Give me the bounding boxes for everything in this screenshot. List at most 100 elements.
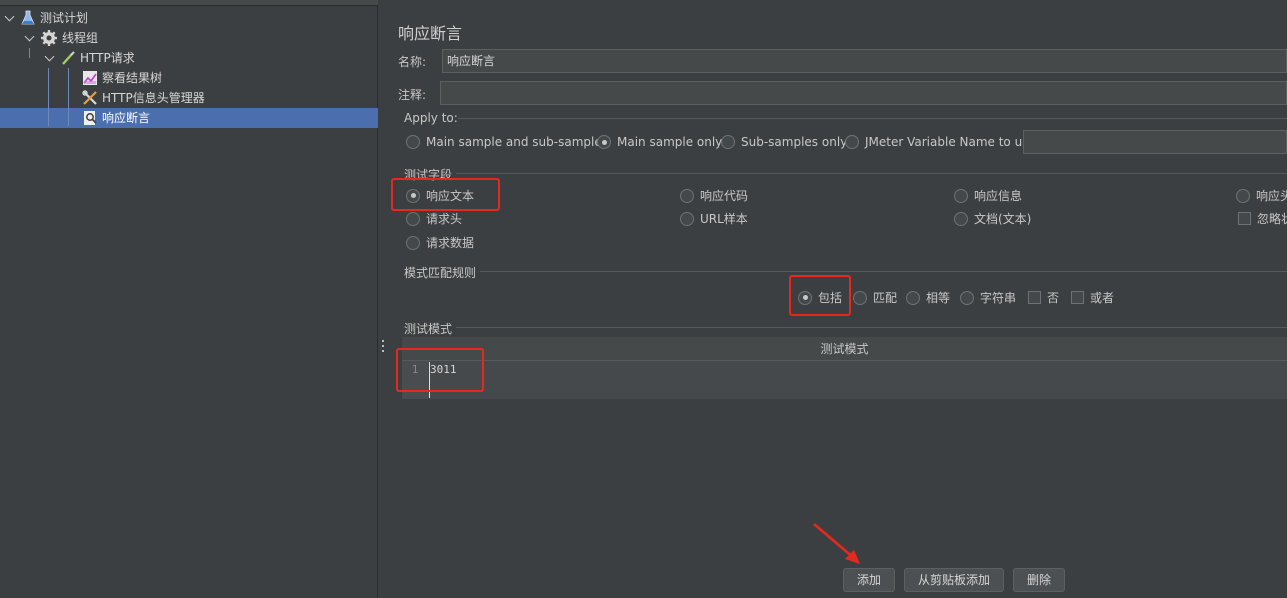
test-patterns-label: 测试模式 bbox=[404, 322, 453, 336]
radio-label: 响应头 bbox=[1256, 189, 1287, 203]
pattern-equals-radio[interactable]: 相等 bbox=[906, 289, 950, 306]
tree-item-http-header-manager[interactable]: HTTP信息头管理器 bbox=[82, 88, 205, 108]
radio-circle bbox=[906, 290, 920, 305]
checkbox-box bbox=[1071, 291, 1084, 304]
apply-to-jmeter-variable-radio[interactable]: JMeter Variable Name to use bbox=[845, 135, 1036, 149]
checkbox-box bbox=[1028, 291, 1041, 304]
annotation-highlight-box bbox=[396, 348, 484, 392]
radio-circle bbox=[406, 211, 420, 226]
tree-guide-line bbox=[68, 68, 69, 126]
jmeter-variable-input[interactable] bbox=[1023, 130, 1287, 154]
checkbox-box bbox=[1238, 212, 1251, 225]
test-field-response-headers-radio[interactable]: 响应头 bbox=[1236, 187, 1287, 204]
radio-label: JMeter Variable Name to use bbox=[865, 135, 1036, 149]
radio-circle bbox=[845, 135, 859, 149]
annotation-highlight-box bbox=[391, 178, 500, 211]
group-divider bbox=[456, 173, 1287, 174]
radio-circle-selected bbox=[597, 135, 611, 149]
tree-guide-line bbox=[29, 48, 30, 58]
pattern-matches-radio[interactable]: 匹配 bbox=[853, 289, 897, 306]
panel-title: 响应断言 bbox=[398, 24, 463, 43]
radio-circle bbox=[680, 188, 694, 203]
add-from-clipboard-button[interactable]: 从剪贴板添加 bbox=[904, 568, 1004, 592]
annotation-highlight-box bbox=[789, 275, 851, 316]
add-button[interactable]: 添加 bbox=[843, 568, 895, 592]
group-divider bbox=[456, 327, 1287, 328]
splitter-grip-dot bbox=[382, 345, 384, 347]
tree-item-label: HTTP请求 bbox=[80, 51, 135, 65]
gear-icon bbox=[40, 29, 58, 47]
radio-label: 文档(文本) bbox=[974, 212, 1032, 226]
name-label: 名称: bbox=[398, 55, 427, 69]
tree-item-label: 察看结果树 bbox=[102, 71, 163, 85]
test-field-request-headers-radio[interactable]: 请求头 bbox=[406, 210, 462, 227]
test-plan-tree[interactable]: 测试计划 线程组 HTTP请求 察看结果树 HTTP信息头管理器 响应断言 bbox=[0, 0, 378, 598]
radio-label: Sub-samples only bbox=[741, 135, 848, 149]
radio-label: 请求头 bbox=[426, 212, 463, 226]
ignore-status-checkbox[interactable]: 忽略状态 bbox=[1238, 210, 1287, 227]
apply-to-main-and-sub-radio[interactable]: Main sample and sub-samples bbox=[406, 135, 608, 149]
radio-label: Main sample and sub-samples bbox=[426, 135, 608, 149]
patterns-column-header[interactable]: 测试模式 bbox=[402, 337, 1287, 361]
checkbox-label: 否 bbox=[1047, 291, 1060, 305]
radio-circle bbox=[853, 290, 867, 305]
tree-item-test-plan[interactable]: 测试计划 bbox=[4, 8, 88, 28]
checkbox-label: 或者 bbox=[1090, 291, 1115, 305]
pipette-icon bbox=[60, 50, 76, 66]
radio-circle bbox=[954, 211, 968, 226]
apply-to-label: Apply to: bbox=[404, 111, 458, 125]
radio-label: 响应信息 bbox=[974, 189, 1023, 203]
tree-item-view-results-tree[interactable]: 察看结果树 bbox=[82, 68, 162, 88]
name-field[interactable]: 响应断言 bbox=[442, 49, 1287, 73]
tree-item-label: HTTP信息头管理器 bbox=[102, 91, 205, 105]
test-field-url-sample-radio[interactable]: URL样本 bbox=[680, 210, 748, 227]
chevron-down-icon[interactable] bbox=[4, 12, 16, 24]
pattern-not-checkbox[interactable]: 否 bbox=[1028, 289, 1059, 306]
radio-label: Main sample only bbox=[617, 135, 723, 149]
chevron-down-icon[interactable] bbox=[44, 52, 56, 64]
split-pane-divider[interactable] bbox=[379, 0, 387, 598]
radio-label: 字符串 bbox=[980, 291, 1017, 305]
radio-label: 匹配 bbox=[873, 291, 898, 305]
radio-circle bbox=[406, 135, 420, 149]
radio-circle bbox=[406, 235, 420, 250]
apply-to-main-only-radio[interactable]: Main sample only bbox=[597, 135, 722, 149]
comment-label: 注释: bbox=[398, 88, 427, 102]
tree-guide-line bbox=[48, 68, 49, 126]
radio-circle bbox=[680, 211, 694, 226]
radio-circle bbox=[954, 188, 968, 203]
test-field-request-data-radio[interactable]: 请求数据 bbox=[406, 234, 474, 251]
tree-item-label: 测试计划 bbox=[40, 11, 89, 25]
tree-item-response-assertion[interactable]: 响应断言 bbox=[82, 108, 150, 128]
radio-label: 相等 bbox=[926, 291, 951, 305]
checkbox-label: 忽略状态 bbox=[1257, 212, 1287, 226]
tree-item-http-request[interactable]: HTTP请求 bbox=[44, 48, 135, 68]
group-divider bbox=[458, 118, 1287, 119]
test-field-document-text-radio[interactable]: 文档(文本) bbox=[954, 210, 1031, 227]
pattern-editor[interactable]: 1 3011 bbox=[402, 361, 1287, 399]
chevron-down-icon[interactable] bbox=[24, 32, 36, 44]
pattern-rules-label: 模式匹配规则 bbox=[404, 266, 477, 280]
delete-button[interactable]: 删除 bbox=[1013, 568, 1065, 592]
tree-header-strip bbox=[0, 0, 378, 6]
tree-item-label: 线程组 bbox=[62, 31, 99, 45]
annotation-arrow-icon bbox=[813, 523, 860, 564]
radio-circle bbox=[721, 135, 735, 149]
tree-item-thread-group[interactable]: 线程组 bbox=[24, 28, 98, 48]
comment-field[interactable] bbox=[440, 81, 1287, 105]
tree-item-label: 响应断言 bbox=[102, 111, 151, 125]
radio-circle bbox=[1236, 188, 1250, 203]
group-divider bbox=[480, 271, 1287, 272]
flask-icon bbox=[20, 10, 36, 26]
radio-label: 响应代码 bbox=[700, 189, 749, 203]
assertion-icon bbox=[82, 110, 98, 126]
apply-to-sub-only-radio[interactable]: Sub-samples only bbox=[721, 135, 847, 149]
radio-label: URL样本 bbox=[700, 212, 748, 226]
pattern-substring-radio[interactable]: 字符串 bbox=[960, 289, 1016, 306]
test-field-response-message-radio[interactable]: 响应信息 bbox=[954, 187, 1022, 204]
radio-label: 请求数据 bbox=[426, 236, 475, 250]
pattern-or-checkbox[interactable]: 或者 bbox=[1071, 289, 1114, 306]
splitter-grip-dot bbox=[382, 350, 384, 352]
splitter-grip-dot bbox=[382, 340, 384, 342]
test-field-response-code-radio[interactable]: 响应代码 bbox=[680, 187, 748, 204]
